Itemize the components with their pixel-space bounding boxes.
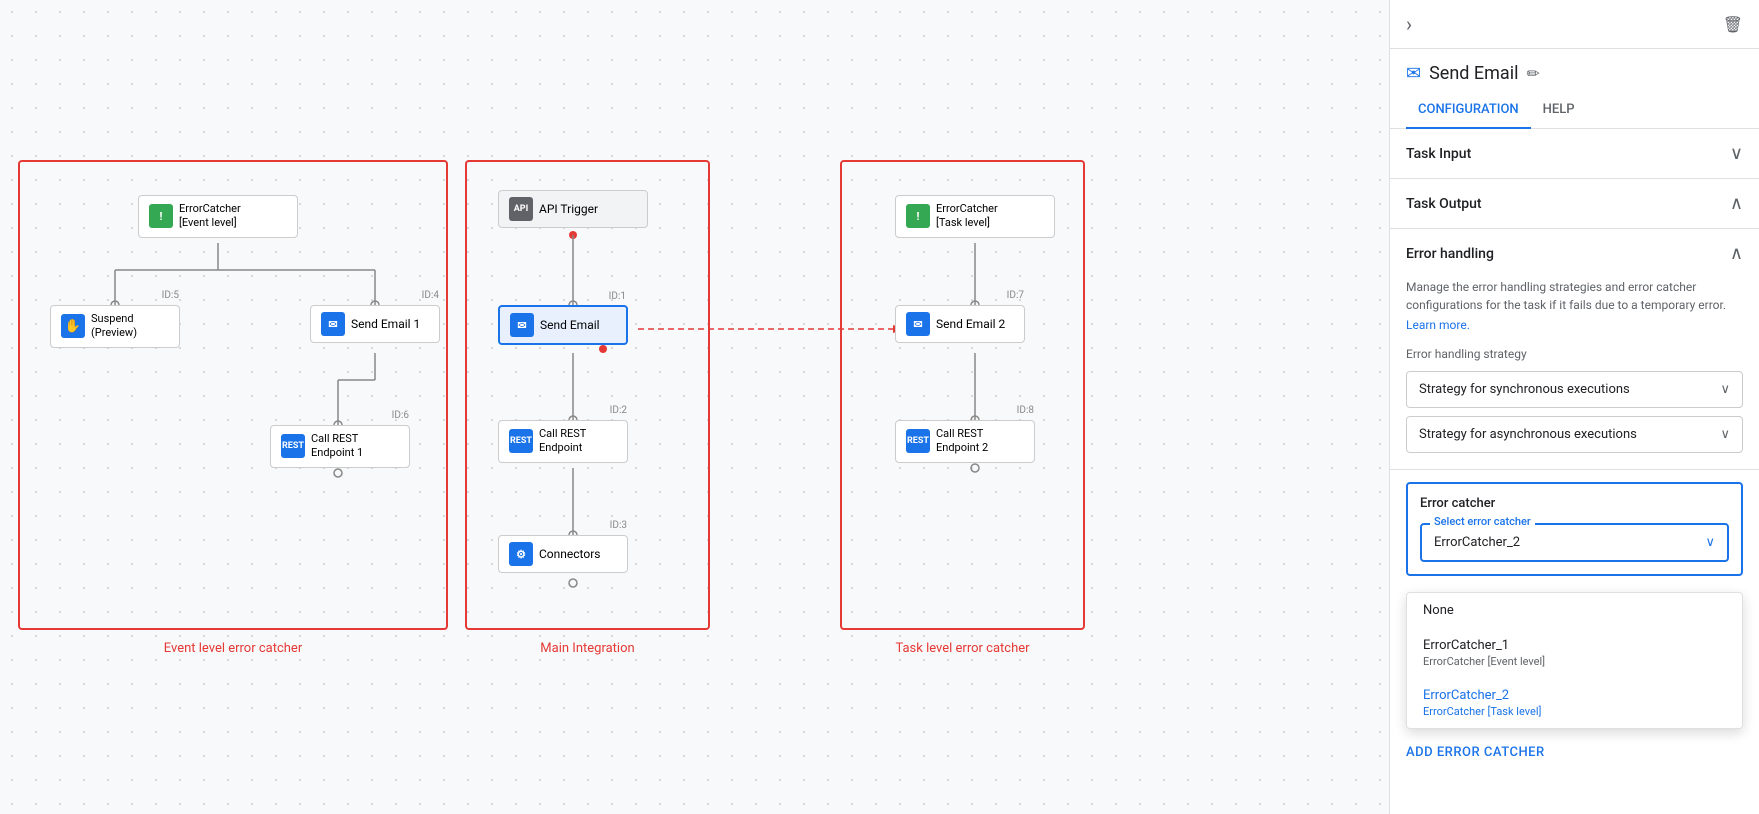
suspend-label: Suspend(Preview)	[91, 312, 137, 341]
task-level-label: Task level error catcher	[895, 641, 1029, 656]
error-catcher-title: Error catcher	[1420, 496, 1729, 511]
call-rest-main-label: Call RESTEndpoint	[539, 427, 586, 456]
task-input-title: Task Input	[1406, 146, 1471, 162]
dropdown-ec2-label: ErrorCatcher_2	[1423, 688, 1726, 703]
strategy-async-dropdown[interactable]: Strategy for asynchronous executions ∨	[1406, 416, 1743, 453]
panel-title: Send Email	[1429, 63, 1518, 84]
error-handling-section: Error handling ∧ Manage the error handli…	[1390, 229, 1759, 470]
call-rest-1-node[interactable]: ID:6 REST Call RESTEndpoint 1	[270, 425, 410, 468]
error-catcher-event-label: ErrorCatcher[Event level]	[179, 202, 241, 231]
selected-error-catcher: ErrorCatcher_2	[1434, 535, 1520, 550]
dropdown-item-errorcatcher-1[interactable]: ErrorCatcher_1 ErrorCatcher [Event level…	[1407, 628, 1742, 678]
send-email-2-node[interactable]: ID:7 ✉ Send Email 2	[895, 305, 1025, 343]
error-catcher-task-label: ErrorCatcher[Task level]	[936, 202, 998, 231]
call-rest-2-label: Call RESTEndpoint 2	[936, 427, 988, 456]
strategy-sync-arrow: ∨	[1720, 382, 1730, 397]
suspend-preview-node[interactable]: ID:5 ✋ Suspend(Preview)	[50, 305, 180, 348]
strategy-sync-value: Strategy for synchronous executions	[1419, 382, 1630, 397]
send-email-2-icon: ✉	[906, 312, 930, 336]
select-field-label: Select error catcher	[1430, 515, 1535, 528]
send-email-main-id: ID:1	[609, 291, 626, 302]
call-rest-2-id: ID:8	[1017, 405, 1034, 416]
api-trigger-label: API Trigger	[539, 202, 598, 216]
error-handling-content: Manage the error handling strategies and…	[1390, 278, 1759, 469]
canvas: Event level error catcher Main Integrati…	[0, 0, 1389, 814]
error-handling-title: Error handling	[1406, 246, 1494, 262]
task-input-section: Task Input ∨	[1390, 129, 1759, 179]
send-email-1-id: ID:4	[422, 290, 439, 301]
suspend-icon: ✋	[61, 314, 85, 338]
select-error-catcher-dropdown[interactable]: ErrorCatcher_2 ∨	[1420, 523, 1729, 562]
strategy-async-arrow: ∨	[1720, 427, 1730, 442]
call-rest-main-icon: REST	[509, 429, 533, 453]
right-panel: › 🗑 ✉ Send Email ✏ CONFIGURATION HELP Ta…	[1389, 0, 1759, 814]
panel-title-email-icon: ✉	[1406, 63, 1421, 84]
task-output-chevron: ∧	[1730, 193, 1743, 214]
call-rest-1-label: Call RESTEndpoint 1	[311, 432, 363, 461]
send-email-2-label: Send Email 2	[936, 317, 1005, 331]
task-input-header[interactable]: Task Input ∨	[1390, 129, 1759, 178]
panel-edit-button[interactable]: ✏	[1526, 64, 1539, 83]
connectors-icon: ⚙	[509, 542, 533, 566]
error-handling-header[interactable]: Error handling ∧	[1390, 229, 1759, 278]
call-rest-2-node[interactable]: ID:8 REST Call RESTEndpoint 2	[895, 420, 1035, 463]
panel-title-row: ✉ Send Email ✏	[1390, 49, 1759, 84]
dropdown-ec1-sub: ErrorCatcher [Event level]	[1423, 655, 1726, 668]
call-rest-1-id: ID:6	[392, 410, 409, 421]
error-handling-chevron: ∧	[1730, 243, 1743, 264]
error-catcher-event-node[interactable]: ! ErrorCatcher[Event level]	[138, 195, 298, 238]
api-trigger-icon: API	[509, 197, 533, 221]
panel-top-bar: › 🗑	[1390, 0, 1759, 49]
panel-back-button[interactable]: ›	[1406, 12, 1412, 36]
send-email-1-label: Send Email 1	[351, 317, 420, 331]
dropdown-ec1-label: ErrorCatcher_1	[1423, 638, 1726, 653]
send-email-1-node[interactable]: ID:4 ✉ Send Email 1	[310, 305, 440, 343]
dropdown-item-none[interactable]: None	[1407, 593, 1742, 628]
select-arrow-icon: ∨	[1705, 535, 1715, 550]
panel-delete-button[interactable]: 🗑	[1723, 15, 1743, 34]
error-catcher-box: Error catcher Select error catcher Error…	[1406, 482, 1743, 576]
add-error-catcher-button[interactable]: ADD ERROR CATCHER	[1390, 733, 1759, 772]
call-rest-1-icon: REST	[281, 434, 305, 458]
error-handling-desc: Manage the error handling strategies and…	[1406, 278, 1743, 314]
send-email-2-id: ID:7	[1007, 290, 1024, 301]
call-rest-main-id: ID:2	[610, 405, 627, 416]
strategy-label: Error handling strategy	[1406, 347, 1743, 361]
strategy-sync-dropdown[interactable]: Strategy for synchronous executions ∨	[1406, 371, 1743, 408]
send-email-main-label: Send Email	[540, 318, 600, 332]
api-trigger-node[interactable]: API API Trigger	[498, 190, 648, 228]
strategy-async-value: Strategy for asynchronous executions	[1419, 427, 1637, 442]
dropdown-ec2-sub: ErrorCatcher [Task level]	[1423, 705, 1726, 718]
error-catcher-task-node[interactable]: ! ErrorCatcher[Task level]	[895, 195, 1055, 238]
dropdown-none-label: None	[1423, 603, 1454, 618]
task-input-chevron: ∨	[1730, 143, 1743, 164]
call-rest-main-node[interactable]: ID:2 REST Call RESTEndpoint	[498, 420, 628, 463]
tab-help[interactable]: HELP	[1531, 92, 1587, 129]
suspend-id: ID:5	[162, 290, 179, 301]
learn-more-link[interactable]: Learn more.	[1406, 318, 1470, 332]
dropdown-item-errorcatcher-2[interactable]: ErrorCatcher_2 ErrorCatcher [Task level]	[1407, 678, 1742, 728]
task-output-title: Task Output	[1406, 196, 1482, 212]
error-catcher-event-icon: !	[149, 204, 173, 228]
panel-tabs: CONFIGURATION HELP	[1390, 92, 1759, 129]
call-rest-2-icon: REST	[906, 429, 930, 453]
connectors-label: Connectors	[539, 547, 600, 561]
task-output-header[interactable]: Task Output ∧	[1390, 179, 1759, 228]
select-error-catcher-container: Select error catcher ErrorCatcher_2 ∨	[1420, 523, 1729, 562]
connectors-id: ID:3	[610, 520, 627, 531]
tab-configuration[interactable]: CONFIGURATION	[1406, 92, 1531, 129]
event-level-label: Event level error catcher	[164, 641, 302, 656]
send-email-main-icon: ✉	[510, 313, 534, 337]
main-integration-label: Main Integration	[540, 641, 634, 656]
send-email-1-icon: ✉	[321, 312, 345, 336]
send-email-main-node[interactable]: ID:1 ✉ Send Email	[498, 305, 628, 345]
error-catcher-task-icon: !	[906, 204, 930, 228]
connectors-node[interactable]: ID:3 ⚙ Connectors	[498, 535, 628, 573]
error-catcher-dropdown-popup: None ErrorCatcher_1 ErrorCatcher [Event …	[1406, 592, 1743, 729]
task-output-section: Task Output ∧	[1390, 179, 1759, 229]
